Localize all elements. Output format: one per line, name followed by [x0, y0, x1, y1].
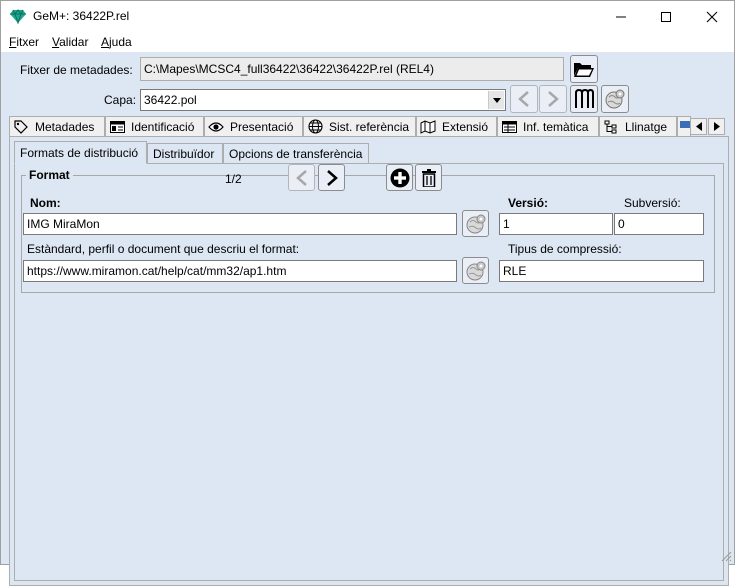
tree-icon: [603, 120, 619, 134]
tab-inf-tematica-label: Inf. temàtica: [523, 119, 589, 134]
subversion-field[interactable]: 0: [614, 213, 704, 235]
add-record-button[interactable]: [386, 164, 413, 191]
tab-overflow-partial[interactable]: [677, 116, 691, 136]
version-field[interactable]: 1: [499, 213, 613, 235]
tab-scroll-right-button[interactable]: [708, 118, 725, 135]
title-bar: GeM+: 36422P.rel: [1, 1, 734, 32]
tab-presentacio[interactable]: Presentació: [204, 116, 303, 136]
minimize-button[interactable]: [598, 1, 644, 32]
name-label: Nom:: [30, 196, 61, 210]
chevron-right-icon: [548, 91, 559, 107]
tab-extensio-label: Extensió: [442, 119, 489, 134]
main-window: GeM+: 36422P.rel Fitxer Validar Ajuda Fi…: [0, 0, 735, 586]
tab-sist-referencia-label: Sist. referència: [329, 119, 410, 134]
chevron-left-icon: [518, 91, 529, 107]
dropdown-arrow-icon[interactable]: [488, 91, 504, 109]
subtab-distribuidor[interactable]: Distribuïdor: [147, 143, 223, 163]
tab-presentacio-label: Presentació: [230, 119, 294, 134]
open-file-button[interactable]: [570, 55, 598, 83]
subversion-label: Subversió:: [624, 196, 681, 210]
tab-metadades[interactable]: Metadades: [9, 116, 105, 136]
next-layer-button[interactable]: [539, 85, 567, 113]
menu-ajuda-mnemonic: A: [101, 35, 110, 49]
tab-llinatge[interactable]: Llinatge: [599, 116, 677, 136]
web-metadata-button[interactable]: [601, 85, 629, 113]
globe-gear-icon: [466, 214, 485, 233]
record-counter: 1/2: [225, 172, 242, 186]
diamond-app-icon: [10, 8, 26, 25]
tab-sist-referencia[interactable]: Sist. referència: [303, 116, 416, 136]
format-legend: Format: [26, 168, 73, 182]
maximize-button[interactable]: [643, 1, 689, 32]
miramon-button[interactable]: [570, 85, 598, 113]
maximize-icon: [661, 11, 671, 22]
layer-label: Capa:: [104, 93, 137, 107]
next-record-button[interactable]: [318, 164, 345, 191]
previous-record-button[interactable]: [288, 164, 315, 191]
menu-fitxer-label: itxer: [16, 35, 40, 49]
tab-metadades-label: Metadades: [35, 119, 95, 134]
trash-icon: [421, 168, 436, 187]
menu-bar: Fitxer Validar Ajuda: [1, 32, 734, 52]
subtab-formats-distribucio[interactable]: Formats de distribució: [14, 141, 147, 164]
tab-llinatge-label: Llinatge: [625, 119, 668, 134]
close-button[interactable]: [689, 1, 735, 32]
eye-icon: [208, 120, 224, 134]
main-tab-strip: Metadades Identificació Presentació Sist…: [9, 116, 729, 136]
name-lookup-button[interactable]: [462, 210, 489, 237]
standard-field[interactable]: https://www.miramon.cat/help/cat/mm32/ap…: [23, 260, 457, 282]
monitor-icon: [680, 119, 690, 134]
map-icon: [420, 119, 436, 134]
version-label: Versió:: [508, 196, 549, 210]
metadata-file-field[interactable]: C:\Mapes\MCSC4_full36422\36422\36422P.re…: [140, 57, 564, 81]
main-content: Fitxer de metadades: C:\Mapes\MCSC4_full…: [1, 52, 734, 586]
chevron-right-icon: [326, 169, 338, 186]
menu-ajuda[interactable]: Ajuda: [101, 35, 132, 49]
subtab-opcions-transferencia[interactable]: Opcions de transferència: [223, 143, 369, 163]
tab-identificacio-label: Identificació: [131, 119, 195, 134]
layer-select-value: 36422.pol: [144, 93, 197, 107]
tab-extensio[interactable]: Extensió: [416, 116, 497, 136]
minimize-icon: [616, 16, 626, 17]
metadata-file-label: Fitxer de metadades:: [20, 63, 133, 77]
standard-lookup-button[interactable]: [462, 257, 489, 284]
globe-icon: [307, 119, 323, 134]
chevron-left-icon: [295, 169, 307, 186]
close-icon: [706, 11, 718, 22]
arrow-right-icon: [713, 122, 720, 131]
tab-identificacio[interactable]: Identificació: [105, 116, 204, 136]
tab-scroll-left-button[interactable]: [690, 118, 707, 135]
folder-open-icon: [574, 63, 594, 77]
miramon-logo-icon: [575, 88, 594, 108]
menu-validar-label: alidar: [59, 35, 89, 49]
arrow-left-icon: [695, 122, 702, 131]
menu-ajuda-label: juda: [109, 35, 132, 49]
window-title: GeM+: 36422P.rel: [33, 9, 130, 23]
previous-layer-button[interactable]: [510, 85, 538, 113]
subtab-formats-distribucio-label: Formats de distribució: [20, 145, 139, 160]
resize-grip-icon[interactable]: [720, 550, 732, 562]
globe-gear-icon: [605, 89, 625, 109]
globe-gear-icon: [466, 261, 485, 280]
compression-field[interactable]: RLE: [499, 260, 704, 282]
tag-icon: [13, 119, 29, 134]
delete-record-button[interactable]: [415, 164, 442, 191]
tab-panel: Formats de distribució Distribuïdor Opci…: [9, 136, 729, 586]
compression-label: Tipus de compressió:: [508, 242, 622, 256]
menu-validar[interactable]: Validar: [52, 35, 88, 49]
table-icon: [501, 120, 517, 134]
plus-circle-icon: [390, 168, 409, 187]
menu-fitxer[interactable]: Fitxer: [9, 35, 39, 49]
standard-label: Estàndard, perfil o document que descriu…: [27, 242, 300, 256]
name-field[interactable]: IMG MiraMon: [23, 213, 457, 235]
subtab-opcions-transferencia-label: Opcions de transferència: [229, 146, 363, 161]
subtab-distribuidor-label: Distribuïdor: [153, 146, 215, 161]
layer-select[interactable]: 36422.pol: [140, 89, 506, 111]
tab-inf-tematica[interactable]: Inf. temàtica: [497, 116, 599, 136]
formats-subpanel: Format 1/2 Nom: IMG MiraMon Versió: 1 Su…: [14, 163, 724, 581]
format-groupbox: Format 1/2 Nom: IMG MiraMon Versió: 1 Su…: [21, 164, 715, 293]
table-icon: [109, 120, 125, 134]
